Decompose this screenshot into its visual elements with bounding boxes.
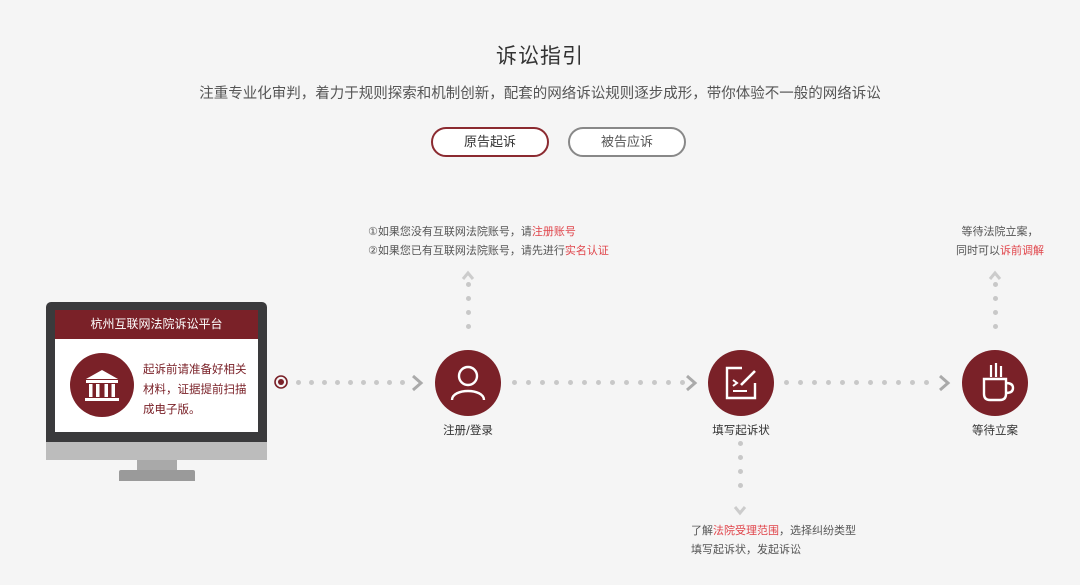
- platform-description: 起诉前请准备好相关材料，证据提前扫描成电子版。: [143, 362, 247, 416]
- coffee-cup-icon: [982, 363, 1015, 402]
- step-filing-label: 填写起诉状: [712, 423, 770, 437]
- connector-up-2: [993, 282, 998, 342]
- waiting-note: 等待法院立案， 同时可以诉前调解: [956, 225, 1044, 257]
- connector-2: [512, 380, 687, 388]
- connector-up-1: [466, 282, 471, 342]
- page-subtitle: 注重专业化审判，着力于规则探索和机制创新，配套的网络诉讼规则逐步成形，带你体验不…: [199, 86, 881, 102]
- tab-plaintiff[interactable]: 原告起诉: [431, 127, 549, 157]
- step-waiting-label: 等待立案: [972, 423, 1018, 437]
- real-name-auth-link[interactable]: 实名认证: [565, 244, 609, 257]
- connector-3: [784, 380, 949, 388]
- step-register-label: 注册/登录: [443, 423, 493, 437]
- page-title: 诉讼指引: [496, 44, 584, 68]
- user-icon: [450, 365, 486, 401]
- pre-litigation-mediation-link[interactable]: 诉前调解: [1000, 244, 1044, 257]
- connector-down: [738, 441, 743, 501]
- monitor-chin: [46, 442, 267, 460]
- register-note: ①如果您没有互联网法院账号，请注册账号 ②如果您已有互联网法院账号，请先进行实名…: [368, 225, 609, 257]
- court-jurisdiction-link[interactable]: 法院受理范围: [713, 524, 779, 537]
- chevron-right-icon: [410, 374, 424, 396]
- chevron-down-icon: [733, 502, 747, 521]
- step-waiting-circle[interactable]: [962, 350, 1028, 416]
- monitor-base: [119, 470, 195, 481]
- filing-note: 了解法院受理范围，选择纠纷类型 填写起诉状，发起诉讼: [691, 524, 856, 556]
- connector-1: [296, 380, 426, 388]
- start-marker-icon: [274, 374, 288, 389]
- edit-document-icon: [725, 366, 757, 400]
- monitor-neck: [137, 460, 177, 470]
- step-register-circle[interactable]: [435, 350, 501, 416]
- platform-title: 杭州互联网法院诉讼平台: [55, 310, 258, 339]
- court-building-icon: [70, 353, 134, 417]
- step-filing-circle[interactable]: [708, 350, 774, 416]
- chevron-right-icon: [937, 374, 951, 396]
- tab-defendant[interactable]: 被告应诉: [568, 127, 686, 157]
- register-account-link[interactable]: 注册账号: [532, 225, 576, 238]
- chevron-right-icon: [684, 374, 698, 396]
